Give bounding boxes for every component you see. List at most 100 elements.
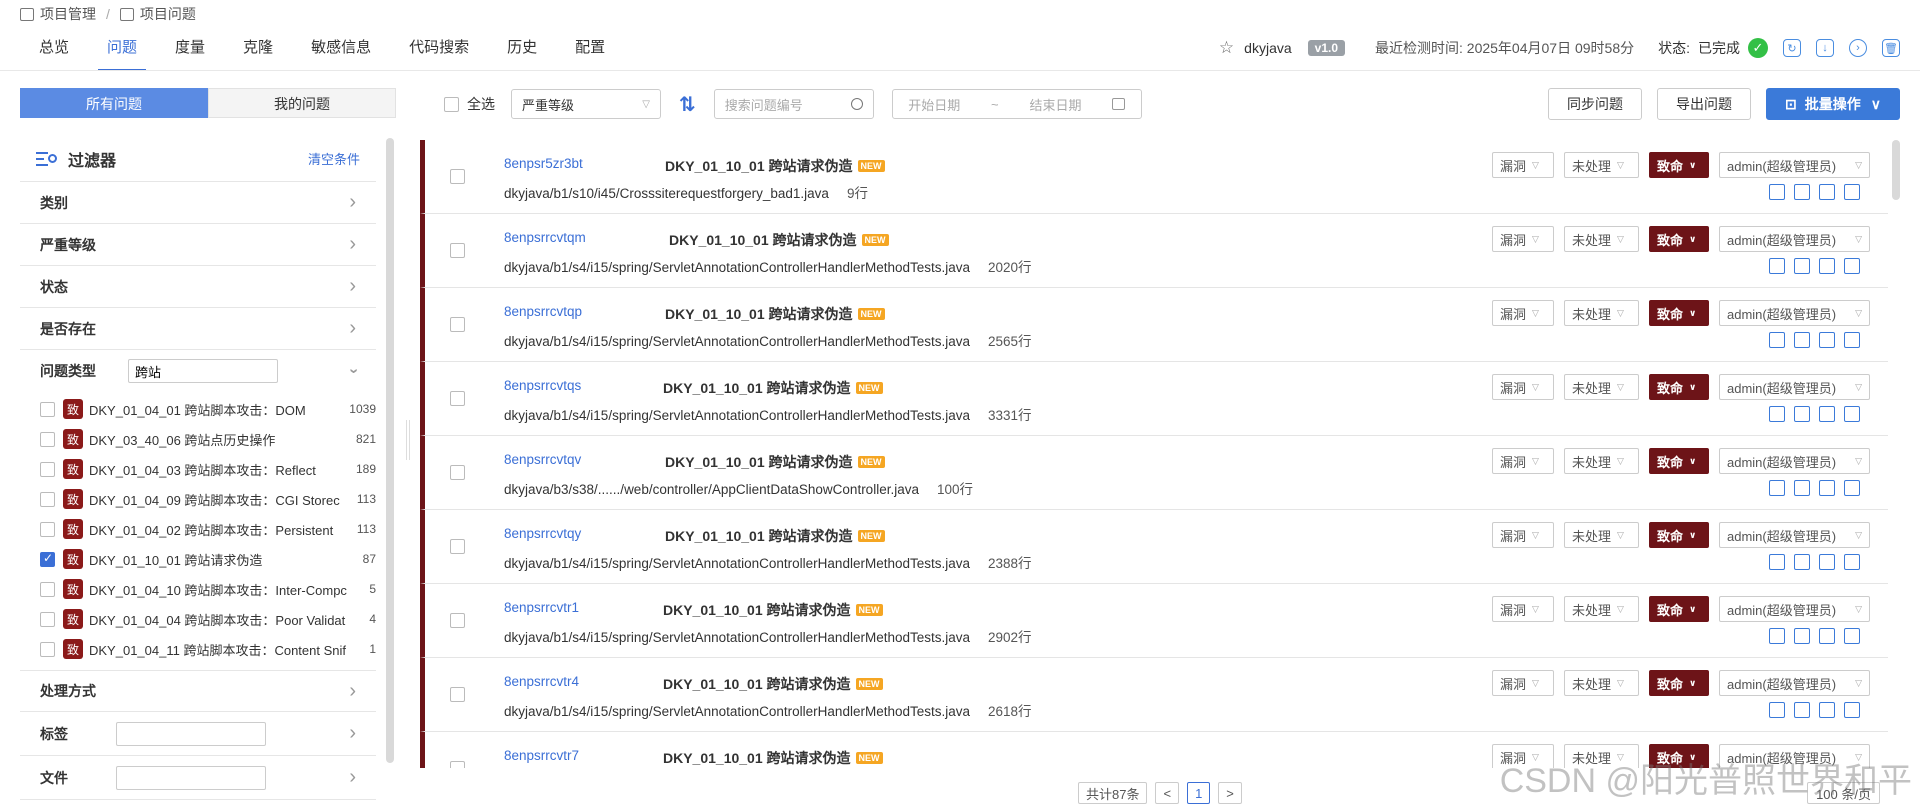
filter-rule-icon[interactable]	[1819, 628, 1835, 644]
tab-sensitive-info[interactable]: 敏感信息	[292, 28, 390, 70]
filter-rule-icon[interactable]	[1819, 702, 1835, 718]
edit-icon[interactable]	[1769, 184, 1785, 200]
issue-row[interactable]: 8enpsrrcvtr4 DKY_01_10_01 跨站请求伪造 NEW dkyjav…	[420, 658, 1888, 732]
issue-severity-select[interactable]: 致命 ∨	[1649, 300, 1709, 326]
issue-checkbox[interactable]	[450, 687, 465, 702]
edit-icon[interactable]	[1769, 258, 1785, 274]
issue-state-select[interactable]: 未处理 ▽	[1564, 448, 1639, 474]
filter-scrollbar[interactable]	[386, 138, 394, 763]
filter-rule-icon[interactable]	[1819, 184, 1835, 200]
view-detail-icon[interactable]	[1794, 554, 1810, 570]
tab-settings[interactable]: 配置	[556, 28, 624, 70]
issue-kind-select[interactable]: 漏洞 ▽	[1492, 522, 1554, 548]
edit-icon[interactable]	[1769, 628, 1785, 644]
select-all-checkbox[interactable]	[444, 96, 459, 112]
refresh-icon[interactable]: ↻	[1783, 39, 1801, 57]
page-1-button[interactable]: 1	[1187, 782, 1211, 804]
issue-file-path[interactable]: dkyjava/b1/s4/i15/spring/ServletAnnotati…	[504, 408, 970, 423]
tab-my-issues[interactable]: 我的问题	[208, 88, 396, 118]
issue-state-select[interactable]: 未处理 ▽	[1564, 670, 1639, 696]
batch-actions-button[interactable]: ⊡ 批量操作 ∨	[1766, 88, 1900, 120]
tab-code-search[interactable]: 代码搜索	[390, 28, 488, 70]
download-icon[interactable]: ↓	[1816, 39, 1834, 57]
issue-state-select[interactable]: 未处理 ▽	[1564, 596, 1639, 622]
view-detail-icon[interactable]	[1794, 628, 1810, 644]
issue-id-link[interactable]: 8enpsrrcvtr1	[504, 600, 579, 615]
checkbox[interactable]	[40, 401, 55, 417]
issue-checkbox[interactable]	[450, 169, 465, 184]
next-page-button[interactable]: >	[1218, 782, 1242, 804]
issue-type-item[interactable]: 致 DKY_01_10_01 跨站请求伪造 87	[40, 544, 376, 574]
issue-checkbox[interactable]	[450, 613, 465, 628]
issue-state-select[interactable]: 未处理 ▽	[1564, 374, 1639, 400]
issue-kind-select[interactable]: 漏洞 ▽	[1492, 152, 1554, 178]
filter-status[interactable]: 状态 ›	[20, 266, 376, 308]
checkbox[interactable]	[40, 581, 55, 597]
code-icon[interactable]	[1844, 480, 1860, 496]
issue-assignee-select[interactable]: admin(超级管理员) ▽	[1719, 300, 1870, 326]
issue-file-path[interactable]: dkyjava/b1/s4/i15/spring/ServletAnnotati…	[504, 556, 970, 571]
issue-severity-select[interactable]: 致命 ∨	[1649, 226, 1709, 252]
issue-type-item[interactable]: 致 DKY_01_04_03 跨站脚本攻击：Reflect 189	[40, 454, 376, 484]
code-icon[interactable]	[1844, 184, 1860, 200]
severity-select[interactable]: 严重等级 ▽	[511, 89, 661, 119]
issue-state-select[interactable]: 未处理 ▽	[1564, 152, 1639, 178]
end-date[interactable]: 结束日期	[1029, 95, 1081, 114]
issue-id-link[interactable]: 8enpsrrcvtqp	[504, 304, 582, 319]
filter-rule-icon[interactable]	[1819, 554, 1835, 570]
issue-kind-select[interactable]: 漏洞 ▽	[1492, 670, 1554, 696]
date-range-picker[interactable]: 开始日期 ~ 结束日期	[891, 89, 1142, 119]
issue-severity-select[interactable]: 致命 ∨	[1649, 670, 1709, 696]
prev-page-button[interactable]: <	[1155, 782, 1180, 804]
issue-kind-select[interactable]: 漏洞 ▽	[1492, 596, 1554, 622]
issue-type-item[interactable]: 致 DKY_01_04_01 跨站脚本攻击：DOM 1039	[40, 394, 376, 424]
issue-id-link[interactable]: 8enpsrrcvtqm	[504, 230, 586, 245]
view-detail-icon[interactable]	[1794, 406, 1810, 422]
issue-id-link[interactable]: 8enpsr5zr3bt	[504, 156, 583, 171]
issue-type-item[interactable]: 致 DKY_01_04_11 跨站脚本攻击：Content Snif 1	[40, 634, 376, 664]
issue-assignee-select[interactable]: admin(超级管理员) ▽	[1719, 226, 1870, 252]
checkbox[interactable]	[40, 641, 55, 657]
checkbox[interactable]	[40, 491, 55, 507]
issue-severity-select[interactable]: 致命 ∨	[1649, 522, 1709, 548]
issue-checkbox[interactable]	[450, 465, 465, 480]
issue-assignee-select[interactable]: admin(超级管理员) ▽	[1719, 374, 1870, 400]
issue-assignee-select[interactable]: admin(超级管理员) ▽	[1719, 596, 1870, 622]
edit-icon[interactable]	[1769, 702, 1785, 718]
issue-checkbox[interactable]	[450, 391, 465, 406]
issue-file-path[interactable]: dkyjava/b1/s4/i15/spring/ServletAnnotati…	[504, 260, 970, 275]
issue-assignee-select[interactable]: admin(超级管理员) ▽	[1719, 448, 1870, 474]
view-detail-icon[interactable]	[1794, 258, 1810, 274]
star-icon[interactable]: ☆	[1219, 38, 1234, 58]
issue-row[interactable]: 8enpsrrcvtqy DKY_01_10_01 跨站请求伪造 NEW dkyjav…	[420, 510, 1888, 584]
issue-checkbox[interactable]	[450, 539, 465, 554]
edit-icon[interactable]	[1769, 480, 1785, 496]
issue-state-select[interactable]: 未处理 ▽	[1564, 226, 1639, 252]
issue-kind-select[interactable]: 漏洞 ▽	[1492, 374, 1554, 400]
issue-assignee-select[interactable]: admin(超级管理员) ▽	[1719, 522, 1870, 548]
view-detail-icon[interactable]	[1794, 184, 1810, 200]
issue-row[interactable]: 8enpsrrcvtqv DKY_01_10_01 跨站请求伪造 NEW dkyjav…	[420, 436, 1888, 510]
issue-severity-select[interactable]: 致命 ∨	[1649, 448, 1709, 474]
issue-checkbox[interactable]	[450, 761, 465, 768]
issue-list-scrollbar[interactable]	[1892, 140, 1900, 200]
edit-icon[interactable]	[1769, 554, 1785, 570]
issue-search-input[interactable]: 搜索问题编号	[713, 89, 874, 119]
issue-id-link[interactable]: 8enpsrrcvtr7	[504, 748, 579, 763]
select-all[interactable]: 全选	[444, 94, 495, 114]
issue-kind-select[interactable]: 漏洞 ▽	[1492, 226, 1554, 252]
issue-assignee-select[interactable]: admin(超级管理员) ▽	[1719, 152, 1870, 178]
issue-type-item[interactable]: 致 DKY_01_04_10 跨站脚本攻击：Inter-Compc 5	[40, 574, 376, 604]
code-icon[interactable]	[1844, 554, 1860, 570]
tab-metrics[interactable]: 度量	[156, 28, 224, 70]
clear-filters-link[interactable]: 清空条件	[308, 149, 360, 168]
tags-input[interactable]	[116, 721, 266, 746]
issue-row[interactable]: 8enpsrrcvtr1 DKY_01_10_01 跨站请求伪造 NEW dkyjav…	[420, 584, 1888, 658]
issue-type-item[interactable]: 致 DKY_03_40_06 跨站点历史操作 821	[40, 424, 376, 454]
start-date[interactable]: 开始日期	[908, 95, 960, 114]
issue-id-link[interactable]: 8enpsrrcvtqv	[504, 452, 581, 467]
filter-rule-icon[interactable]	[1819, 406, 1835, 422]
issue-severity-select[interactable]: 致命 ∨	[1649, 374, 1709, 400]
issue-type-item[interactable]: 致 DKY_01_04_02 跨站脚本攻击：Persistent 113	[40, 514, 376, 544]
view-detail-icon[interactable]	[1794, 702, 1810, 718]
